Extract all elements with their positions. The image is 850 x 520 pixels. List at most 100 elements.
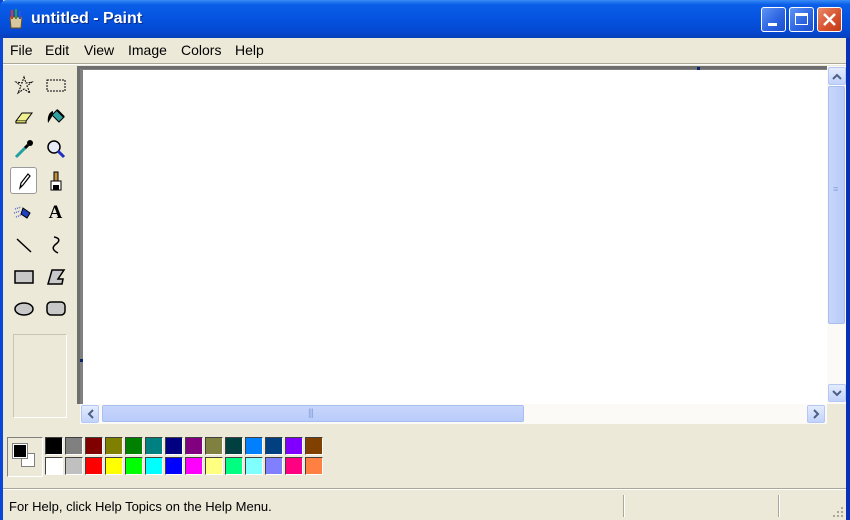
palette-color-swatch[interactable] — [65, 437, 83, 455]
tool-pencil[interactable] — [10, 167, 37, 194]
tool-rounded-rectangle[interactable] — [42, 295, 69, 322]
palette-color-swatch[interactable] — [205, 457, 223, 475]
rounded-rectangle-icon — [45, 300, 66, 316]
canvas-resize-handle-top[interactable] — [697, 67, 700, 70]
palette-color-swatch[interactable] — [125, 437, 143, 455]
palette-color-swatch[interactable] — [45, 457, 63, 475]
menu-help[interactable]: Help — [235, 42, 264, 58]
foreground-color-swatch[interactable] — [12, 443, 28, 459]
palette-color-swatch[interactable] — [265, 457, 283, 475]
menu-view[interactable]: View — [84, 42, 114, 58]
palette-color-swatch[interactable] — [185, 457, 203, 475]
tool-ellipse[interactable] — [10, 295, 37, 322]
curve-icon — [52, 235, 59, 254]
window-title: untitled - Paint — [31, 10, 143, 27]
tool-fill[interactable] — [42, 103, 69, 130]
palette-color-swatch[interactable] — [305, 457, 323, 475]
tool-brush[interactable] — [42, 167, 69, 194]
close-icon — [823, 13, 836, 26]
chevron-down-icon — [832, 389, 842, 396]
palette-color-swatch[interactable] — [165, 457, 183, 475]
paint-window: untitled - Paint File Edit View Image Co… — [0, 0, 850, 520]
palette-color-swatch[interactable] — [205, 437, 223, 455]
scroll-up-button[interactable] — [828, 67, 846, 85]
current-colors — [7, 437, 43, 477]
magnifier-icon — [46, 139, 65, 158]
tool-free-form-select[interactable] — [10, 71, 37, 98]
palette-color-swatch[interactable] — [245, 437, 263, 455]
tool-select[interactable] — [42, 71, 69, 98]
paint-bucket-icon — [47, 108, 65, 123]
horizontal-scroll-thumb[interactable]: ||| — [102, 405, 524, 422]
palette-color-swatch[interactable] — [145, 437, 163, 455]
maximize-button[interactable] — [789, 7, 814, 32]
palette-color-swatch[interactable] — [105, 457, 123, 475]
maximize-icon — [795, 13, 808, 25]
palette-color-swatch[interactable] — [145, 457, 163, 475]
line-icon — [15, 237, 32, 253]
menu-image[interactable]: Image — [128, 42, 167, 58]
tool-pick-color[interactable] — [10, 135, 37, 162]
vertical-scrollbar[interactable]: ≡ — [827, 66, 846, 404]
text-icon: A — [48, 201, 63, 223]
palette-color-swatch[interactable] — [225, 437, 243, 455]
status-separator — [3, 488, 846, 490]
tool-text[interactable]: A — [42, 199, 69, 226]
palette-color-swatch[interactable] — [165, 437, 183, 455]
canvas-resize-handle-left[interactable] — [80, 359, 83, 362]
menu-edit[interactable]: Edit — [45, 42, 69, 58]
tool-polygon[interactable] — [42, 263, 69, 290]
scroll-right-button[interactable] — [807, 405, 825, 423]
palette-color-swatch[interactable] — [285, 437, 303, 455]
scrollbar-corner — [827, 404, 846, 424]
menu-colors[interactable]: Colors — [181, 42, 221, 58]
tool-airbrush[interactable] — [10, 199, 37, 226]
color-box — [3, 428, 846, 483]
palette-color-swatch[interactable] — [245, 457, 263, 475]
tool-options-box[interactable] — [13, 334, 67, 418]
palette-color-swatch[interactable] — [305, 437, 323, 455]
menu-separator — [3, 63, 846, 65]
vertical-scroll-thumb[interactable]: ≡ — [828, 86, 845, 324]
toolbox: A — [3, 66, 76, 426]
status-bar: For Help, click Help Topics on the Help … — [3, 492, 846, 520]
free-form-select-icon — [13, 74, 34, 94]
menu-file[interactable]: File — [10, 42, 33, 58]
tool-line[interactable] — [10, 231, 37, 258]
palette-color-swatch[interactable] — [85, 437, 103, 455]
menu-bar: File Edit View Image Colors Help — [3, 38, 846, 63]
palette-color-swatch[interactable] — [265, 437, 283, 455]
drawing-canvas[interactable] — [83, 70, 827, 404]
tool-rectangle[interactable] — [10, 263, 37, 290]
palette-color-swatch[interactable] — [45, 437, 63, 455]
status-divider — [623, 495, 625, 517]
scroll-down-button[interactable] — [828, 384, 846, 402]
palette-color-swatch[interactable] — [65, 457, 83, 475]
rectangle-icon — [13, 269, 34, 284]
tool-eraser[interactable] — [10, 103, 37, 130]
minimize-icon — [768, 23, 777, 26]
palette-color-swatch[interactable] — [105, 437, 123, 455]
palette-color-swatch[interactable] — [125, 457, 143, 475]
status-help-text: For Help, click Help Topics on the Help … — [9, 499, 272, 514]
palette-color-swatch[interactable] — [185, 437, 203, 455]
polygon-icon — [46, 268, 65, 285]
horizontal-scrollbar[interactable]: ||| — [80, 404, 827, 424]
paint-app-icon — [9, 9, 23, 29]
palette-color-swatch[interactable] — [85, 457, 103, 475]
ellipse-icon — [13, 301, 34, 316]
resize-grip-icon[interactable] — [832, 506, 844, 518]
tool-magnifier[interactable] — [42, 135, 69, 162]
minimize-button[interactable] — [761, 7, 786, 32]
chevron-up-icon — [832, 73, 842, 80]
palette-color-swatch[interactable] — [285, 457, 303, 475]
pencil-icon — [18, 172, 31, 190]
status-divider — [778, 495, 780, 517]
rectangle-select-icon — [46, 79, 65, 91]
title-bar[interactable]: untitled - Paint — [0, 0, 850, 38]
eyedropper-icon — [14, 139, 33, 158]
scroll-left-button[interactable] — [81, 405, 99, 423]
tool-curve[interactable] — [42, 231, 69, 258]
palette-color-swatch[interactable] — [225, 457, 243, 475]
close-button[interactable] — [817, 7, 842, 32]
